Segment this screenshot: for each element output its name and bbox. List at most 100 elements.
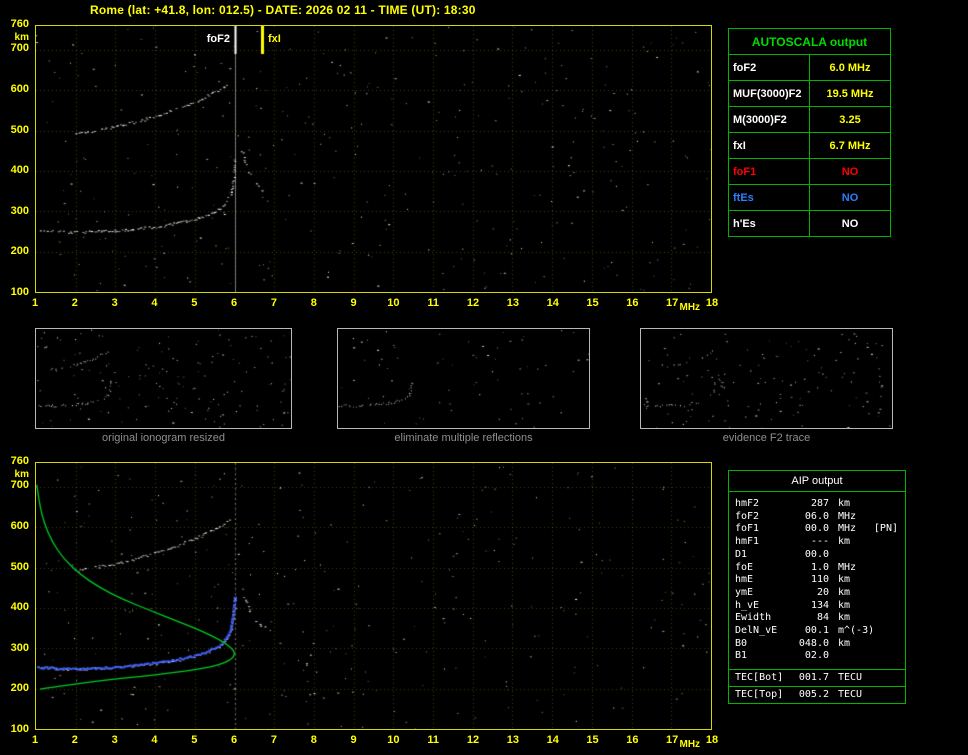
aip-parameter-list: hmF2 287 km foF2 06.0 MHz foF1 00.0 MHz [PN] hmF1 -… bbox=[729, 492, 905, 669]
aip-row: hmF2 287 km bbox=[735, 498, 901, 511]
x-axis-tick-label: 3 bbox=[111, 297, 118, 309]
aip-param-label: D1 bbox=[735, 548, 748, 560]
aip-tec-row: TEC[Top] 005.2 TECU bbox=[729, 686, 905, 703]
x-axis-unit-label: MHz bbox=[679, 302, 701, 313]
autoscala-row: h'Es NO bbox=[728, 210, 891, 237]
y-axis-unit-label: km bbox=[14, 32, 29, 43]
ionogram-plot-main: foF2 fxI bbox=[35, 25, 712, 293]
y-axis-tick-label: 700 bbox=[10, 42, 29, 55]
station-header: Rome (lat: +41.8, lon: 012.5) - DATE: 20… bbox=[90, 3, 476, 17]
autoscala-param-value: NO bbox=[809, 210, 891, 237]
y-axis-tick-label: 300 bbox=[10, 641, 29, 654]
aip-param-value: 20 bbox=[816, 586, 829, 598]
aip-param-label: ymE bbox=[735, 586, 754, 598]
thumbnail-eliminate-reflections bbox=[337, 328, 590, 429]
aip-param-value: 06.0 bbox=[804, 510, 829, 522]
x-axis-tick-label: 15 bbox=[586, 734, 599, 746]
thumbnail-caption: eliminate multiple reflections bbox=[394, 432, 533, 444]
autoscala-table-title: AUTOSCALA output bbox=[728, 28, 891, 55]
aip-row: hmE 110 km bbox=[735, 574, 901, 587]
thumbnail-caption: original ionogram resized bbox=[102, 432, 225, 444]
aip-param-unit: MHz bbox=[838, 510, 857, 522]
aip-param-label: foE bbox=[735, 561, 754, 573]
aip-row: h_vE 134 km bbox=[735, 600, 901, 613]
aip-row: B1 02.0 bbox=[735, 650, 901, 663]
aip-param-value: 00.0 bbox=[804, 548, 829, 560]
aip-param-label: DelN_vE bbox=[735, 625, 778, 637]
aip-param-value: 1.0 bbox=[810, 561, 829, 573]
aip-param-unit: m^(-3) bbox=[838, 625, 875, 637]
x-axis-tick-label: 7 bbox=[270, 297, 277, 309]
aip-tec-unit: TECU bbox=[838, 689, 863, 701]
x-axis-tick-label: 10 bbox=[387, 297, 400, 309]
x-axis-tick-label: 15 bbox=[586, 297, 599, 309]
aip-param-unit: MHz bbox=[838, 561, 857, 573]
aip-row: hmF1 --- km bbox=[735, 536, 901, 549]
autoscala-param-label: fxI bbox=[728, 132, 810, 159]
x-axis-tick-label: 1 bbox=[31, 734, 39, 746]
autoscala-row: foF1 NO bbox=[728, 158, 891, 185]
x-axis-tick-label: 1 bbox=[31, 297, 39, 309]
thumbnail-canvas-evidence bbox=[641, 329, 892, 428]
aip-param-label: hmE bbox=[735, 574, 754, 586]
y-axis-tick-label: 400 bbox=[10, 164, 29, 177]
aip-param-note: [PN] bbox=[873, 523, 898, 535]
x-axis-tick-label: 7 bbox=[270, 734, 277, 746]
aip-panel-title: AIP output bbox=[729, 471, 905, 492]
aip-param-unit: km bbox=[838, 612, 851, 624]
autoscala-param-label: MUF(3000)F2 bbox=[728, 80, 810, 107]
aip-param-label: foF2 bbox=[735, 510, 760, 522]
aip-param-value: --- bbox=[810, 536, 829, 548]
autoscala-param-label: h'Es bbox=[728, 210, 810, 237]
autoscala-param-label: ftEs bbox=[728, 184, 810, 211]
x-axis-tick-label: 14 bbox=[546, 297, 559, 309]
autoscala-param-value: 6.7 MHz bbox=[809, 132, 891, 159]
aip-tec-label: TEC[Top] bbox=[735, 689, 784, 701]
aip-param-value: 287 bbox=[810, 498, 829, 509]
y-axis-tick-label: 760 bbox=[10, 455, 29, 467]
aip-row: DelN_vE 00.1 m^(-3) bbox=[735, 625, 901, 638]
thumbnail-caption: evidence F2 trace bbox=[722, 432, 811, 444]
x-axis-tick-label: 14 bbox=[546, 734, 559, 746]
autoscala-row: fxI 6.7 MHz bbox=[728, 132, 891, 159]
y-axis-tick-label: 200 bbox=[10, 682, 29, 695]
x-axis-tick-label: 9 bbox=[350, 297, 357, 309]
aip-param-label: hmF2 bbox=[735, 498, 760, 509]
ionogram-canvas-main bbox=[36, 26, 711, 292]
thumbnail-canvas-original bbox=[36, 329, 291, 428]
y-axis-tick-label: 300 bbox=[10, 204, 29, 217]
x-axis-tick-label: 12 bbox=[466, 297, 480, 309]
autoscala-row: foF2 6.0 MHz bbox=[728, 54, 891, 81]
aip-param-value: 048.0 bbox=[798, 637, 829, 649]
y-axis-tick-label: 600 bbox=[10, 82, 29, 95]
autoscala-param-label: foF1 bbox=[728, 158, 810, 185]
aip-param-value: 110 bbox=[810, 574, 829, 586]
autoscala-param-label: M(3000)F2 bbox=[728, 106, 810, 133]
x-axis-tick-label: 12 bbox=[466, 734, 480, 746]
x-axis-tick-label: 5 bbox=[191, 734, 198, 746]
y-axis-tick-label: 400 bbox=[10, 601, 29, 614]
aip-param-unit: km bbox=[838, 498, 851, 509]
x-axis-tick-label: 6 bbox=[231, 297, 238, 309]
autoscala-param-value: 19.5 MHz bbox=[809, 80, 891, 107]
aip-param-label: Ewidth bbox=[735, 612, 772, 624]
ionogram-plot-profile bbox=[35, 462, 712, 730]
x-axis-tick-label: 16 bbox=[626, 297, 639, 309]
aip-row: foE 1.0 MHz bbox=[735, 562, 901, 575]
x-axis-tick-label: 18 bbox=[705, 734, 719, 746]
y-axis-tick-label: 200 bbox=[10, 245, 29, 258]
y-axis-tick-label: 500 bbox=[10, 123, 29, 136]
aip-row: ymE 20 km bbox=[735, 587, 901, 600]
aip-tec-label: TEC[Bot] bbox=[735, 672, 784, 684]
aip-param-label: B0 bbox=[735, 637, 748, 649]
fxI-annotation-label: fxI bbox=[268, 33, 281, 45]
aip-param-unit: km bbox=[838, 586, 851, 598]
y-axis-tick-label: 500 bbox=[10, 560, 29, 573]
x-axis-tick-label: 5 bbox=[191, 297, 198, 309]
x-axis-tick-label: 8 bbox=[310, 297, 317, 309]
y-axis-tick-label: 760 bbox=[10, 18, 29, 30]
aip-param-unit: km bbox=[838, 536, 851, 548]
aip-row: Ewidth 84 km bbox=[735, 612, 901, 625]
ionogram-canvas-profile bbox=[36, 463, 711, 729]
thumbnail-canvas-eliminate bbox=[338, 329, 589, 428]
